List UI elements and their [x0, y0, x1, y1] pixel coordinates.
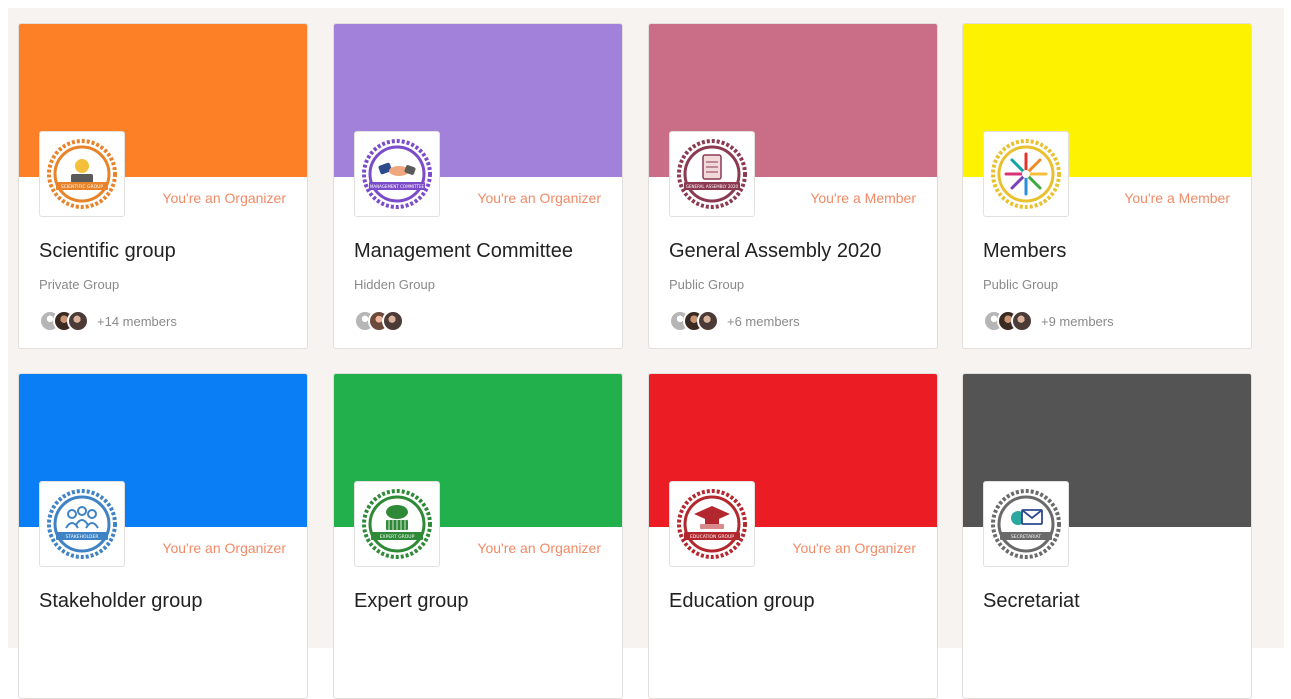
- group-card-management[interactable]: MANAGEMENT COMMITTEE You're an Organizer…: [333, 23, 623, 349]
- envelope-icon: SECRETARIAT: [991, 489, 1061, 559]
- group-logo: STAKEHOLDER: [39, 481, 125, 567]
- group-name[interactable]: Stakeholder group: [39, 590, 202, 613]
- membership-role: You're an Organizer: [792, 540, 916, 556]
- people-icon: STAKEHOLDER: [47, 489, 117, 559]
- member-count: +6 members: [727, 313, 800, 329]
- avatar: [382, 310, 404, 332]
- membership-role: You're an Organizer: [162, 190, 286, 206]
- group-card-education[interactable]: EDUCATION GROUP You're an Organizer Educ…: [648, 373, 938, 699]
- avatar: [697, 310, 719, 332]
- membership-role: You're an Organizer: [162, 540, 286, 556]
- group-name[interactable]: Scientific group: [39, 240, 176, 263]
- membership-role: You're an Organizer: [477, 540, 601, 556]
- member-count: +14 members: [97, 313, 177, 329]
- group-name[interactable]: Expert group: [354, 590, 469, 613]
- group-logo: SCIENTIFIC GROUP: [39, 131, 125, 217]
- svg-text:SCIENTIFIC GROUP: SCIENTIFIC GROUP: [61, 184, 104, 190]
- avatar: [1011, 310, 1033, 332]
- member-avatars[interactable]: +14 members: [39, 310, 177, 332]
- group-card-members[interactable]: You're a Member Members Public Group +9 …: [962, 23, 1252, 349]
- group-logo: MANAGEMENT COMMITTEE: [354, 131, 440, 217]
- group-name[interactable]: Members: [983, 240, 1066, 263]
- group-name[interactable]: General Assembly 2020: [669, 240, 881, 263]
- group-card-expert[interactable]: EXPERT GROUP You're an Organizer Expert …: [333, 373, 623, 699]
- membership-role: You're a Member: [810, 190, 916, 206]
- group-name[interactable]: Management Committee: [354, 240, 573, 263]
- group-logo: [983, 131, 1069, 217]
- brain-icon: EXPERT GROUP: [362, 489, 432, 559]
- member-avatars[interactable]: +6 members: [669, 310, 800, 332]
- membership-role: You're a Member: [1124, 190, 1230, 206]
- group-privacy: Hidden Group: [354, 277, 435, 292]
- group-card-scientific[interactable]: SCIENTIFIC GROUP You're an Organizer Sci…: [18, 23, 308, 349]
- handshake-icon: MANAGEMENT COMMITTEE: [362, 139, 432, 209]
- membership-role: You're an Organizer: [477, 190, 601, 206]
- svg-text:STAKEHOLDER: STAKEHOLDER: [66, 534, 99, 540]
- group-logo: EXPERT GROUP: [354, 481, 440, 567]
- member-avatars[interactable]: +9 members: [983, 310, 1114, 332]
- group-logo: EDUCATION GROUP: [669, 481, 755, 567]
- group-privacy: Private Group: [39, 277, 120, 292]
- svg-text:SECRETARIAT: SECRETARIAT: [1011, 534, 1041, 540]
- scientist-icon: SCIENTIFIC GROUP: [47, 139, 117, 209]
- member-count: +9 members: [1041, 313, 1114, 329]
- svg-text:EDUCATION GROUP: EDUCATION GROUP: [690, 534, 734, 540]
- group-privacy: Public Group: [983, 277, 1059, 292]
- avatar: [67, 310, 89, 332]
- group-logo: GENERAL ASSEMBLY 2020: [669, 131, 755, 217]
- group-card-stakeholder[interactable]: STAKEHOLDER You're an Organizer Stakehol…: [18, 373, 308, 699]
- group-logo: SECRETARIAT: [983, 481, 1069, 567]
- group-card-general-assembly[interactable]: GENERAL ASSEMBLY 2020 You're a Member Ge…: [648, 23, 938, 349]
- graduation-cap-icon: EDUCATION GROUP: [677, 489, 747, 559]
- svg-text:EXPERT GROUP: EXPERT GROUP: [380, 534, 415, 540]
- document-icon: GENERAL ASSEMBLY 2020: [677, 139, 747, 209]
- member-avatars[interactable]: [354, 310, 404, 332]
- people-circle-icon: [991, 139, 1061, 209]
- svg-text:MANAGEMENT COMMITTEE: MANAGEMENT COMMITTEE: [370, 184, 425, 189]
- group-card-secretariat[interactable]: SECRETARIAT Secretariat: [962, 373, 1252, 699]
- svg-text:GENERAL ASSEMBLY 2020: GENERAL ASSEMBLY 2020: [686, 184, 739, 189]
- group-privacy: Public Group: [669, 277, 745, 292]
- group-name[interactable]: Secretariat: [983, 590, 1080, 613]
- group-name[interactable]: Education group: [669, 590, 815, 613]
